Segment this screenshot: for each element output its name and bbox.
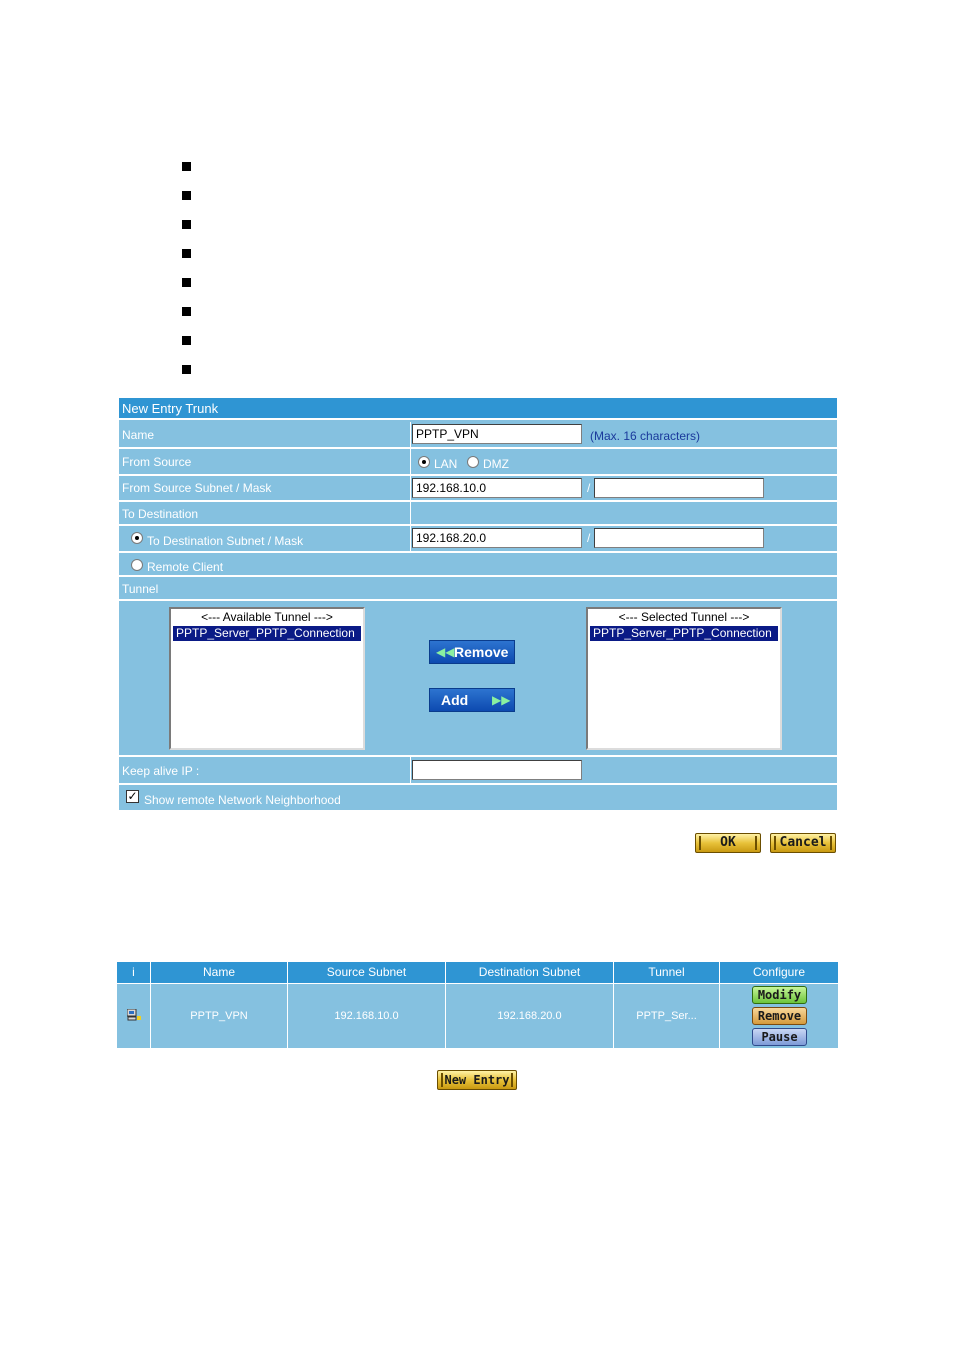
- available-tunnel-header: <--- Available Tunnel --->: [201, 610, 333, 624]
- dmz-label: DMZ: [483, 457, 509, 471]
- computer-icon: [127, 1009, 141, 1021]
- source-subnet-input[interactable]: 192.168.10.0: [412, 478, 582, 498]
- col-header-configure: Configure: [720, 962, 838, 983]
- available-tunnel-item[interactable]: PPTP_Server_PPTP_Connection: [173, 626, 361, 641]
- row-tunnel: Tunnel: [119, 577, 837, 601]
- row-configure-cell: Modify Remove Pause: [720, 984, 838, 1048]
- add-tunnel-label: Add: [441, 692, 469, 708]
- col-header-i: i: [117, 962, 151, 983]
- remove-tunnel-label: Remove: [454, 644, 509, 660]
- row-name: Name PPTP_VPN (Max. 16 characters): [119, 422, 837, 449]
- row-source-cell: 192.168.10.0: [288, 984, 446, 1048]
- panel-title: New Entry Trunk: [122, 401, 219, 416]
- col-header-name: Name: [151, 962, 288, 983]
- destination-slash: /: [587, 531, 591, 545]
- bullet-7: [182, 336, 191, 345]
- cancel-button[interactable]: Cancel: [770, 833, 836, 853]
- tunnel-label: Tunnel: [122, 582, 159, 596]
- new-entry-trunk-panel: New Entry Trunk Name PPTP_VPN (Max. 16 c…: [119, 398, 837, 810]
- keep-alive-input[interactable]: [412, 760, 582, 780]
- panel-title-bar: New Entry Trunk: [119, 398, 837, 420]
- bullet-8: [182, 365, 191, 374]
- col-header-source-subnet: Source Subnet: [288, 962, 446, 983]
- modify-button[interactable]: Modify: [752, 986, 807, 1004]
- remove-button[interactable]: Remove: [752, 1007, 807, 1025]
- row-tunnel-lists: <--- Available Tunnel ---> PPTP_Server_P…: [119, 601, 837, 757]
- add-tunnel-button[interactable]: Add ▶▶: [429, 688, 515, 712]
- row-tunnel-cell: PPTP_Ser...: [614, 984, 720, 1048]
- from-source-label: From Source: [122, 455, 192, 469]
- show-neighborhood-checkbox[interactable]: ✓: [126, 790, 139, 803]
- name-max-note: (Max. 16 characters): [590, 429, 701, 443]
- bullet-2: [182, 191, 191, 200]
- row-to-destination-subnet: To Destination Subnet / Mask 192.168.20.…: [119, 526, 837, 553]
- row-destination-cell: 192.168.20.0: [446, 984, 614, 1048]
- col-header-tunnel: Tunnel: [614, 962, 720, 983]
- bullet-4: [182, 249, 191, 258]
- destination-mask-input[interactable]: [594, 528, 764, 548]
- source-slash: /: [587, 481, 591, 495]
- row-to-destination: To Destination: [119, 502, 837, 526]
- double-left-arrow-icon: ◀◀: [436, 645, 455, 659]
- remote-client-label: Remote Client: [147, 560, 224, 574]
- destination-subnet-input[interactable]: 192.168.20.0: [412, 528, 582, 548]
- row-from-source: From Source LAN DMZ: [119, 449, 837, 476]
- source-mask-input[interactable]: [594, 478, 764, 498]
- new-entry-button[interactable]: New Entry: [437, 1070, 517, 1090]
- dmz-radio[interactable]: [467, 456, 479, 468]
- selected-tunnel-header: <--- Selected Tunnel --->: [618, 610, 750, 624]
- row-icon-cell: [117, 984, 151, 1048]
- show-neighborhood-label: Show remote Network Neighborhood: [144, 793, 341, 807]
- row-keep-alive: Keep alive IP :: [119, 757, 837, 785]
- remote-client-radio[interactable]: [131, 559, 143, 571]
- pause-button[interactable]: Pause: [752, 1028, 807, 1046]
- bullet-3: [182, 220, 191, 229]
- selected-tunnel-item[interactable]: PPTP_Server_PPTP_Connection: [590, 626, 778, 641]
- ok-button[interactable]: OK: [695, 833, 761, 853]
- selected-tunnel-list[interactable]: <--- Selected Tunnel ---> PPTP_Server_PP…: [586, 607, 782, 750]
- to-destination-label: To Destination: [122, 507, 199, 521]
- trunk-table: i Name Source Subnet Destination Subnet …: [117, 962, 838, 1048]
- available-tunnel-list[interactable]: <--- Available Tunnel ---> PPTP_Server_P…: [169, 607, 365, 750]
- col-header-destination-subnet: Destination Subnet: [446, 962, 614, 983]
- name-label: Name: [122, 428, 155, 442]
- bullet-5: [182, 278, 191, 287]
- name-input[interactable]: PPTP_VPN: [412, 424, 582, 444]
- keep-alive-label: Keep alive IP :: [122, 764, 200, 778]
- bullet-6: [182, 307, 191, 316]
- lan-radio[interactable]: [418, 456, 430, 468]
- to-destination-subnet-radio[interactable]: [131, 532, 143, 544]
- row-from-source-subnet: From Source Subnet / Mask 192.168.10.0 /: [119, 476, 837, 502]
- double-right-arrow-icon: ▶▶: [492, 693, 511, 707]
- row-remote-client: Remote Client: [119, 553, 837, 577]
- bullet-1: [182, 162, 191, 171]
- lan-label: LAN: [434, 457, 458, 471]
- remove-tunnel-button[interactable]: ◀◀ Remove: [429, 640, 515, 664]
- row-show-neighborhood: ✓ Show remote Network Neighborhood: [119, 785, 837, 810]
- from-source-subnet-label: From Source Subnet / Mask: [122, 481, 272, 495]
- to-destination-subnet-label: To Destination Subnet / Mask: [147, 534, 304, 548]
- row-name-cell: PPTP_VPN: [151, 984, 288, 1048]
